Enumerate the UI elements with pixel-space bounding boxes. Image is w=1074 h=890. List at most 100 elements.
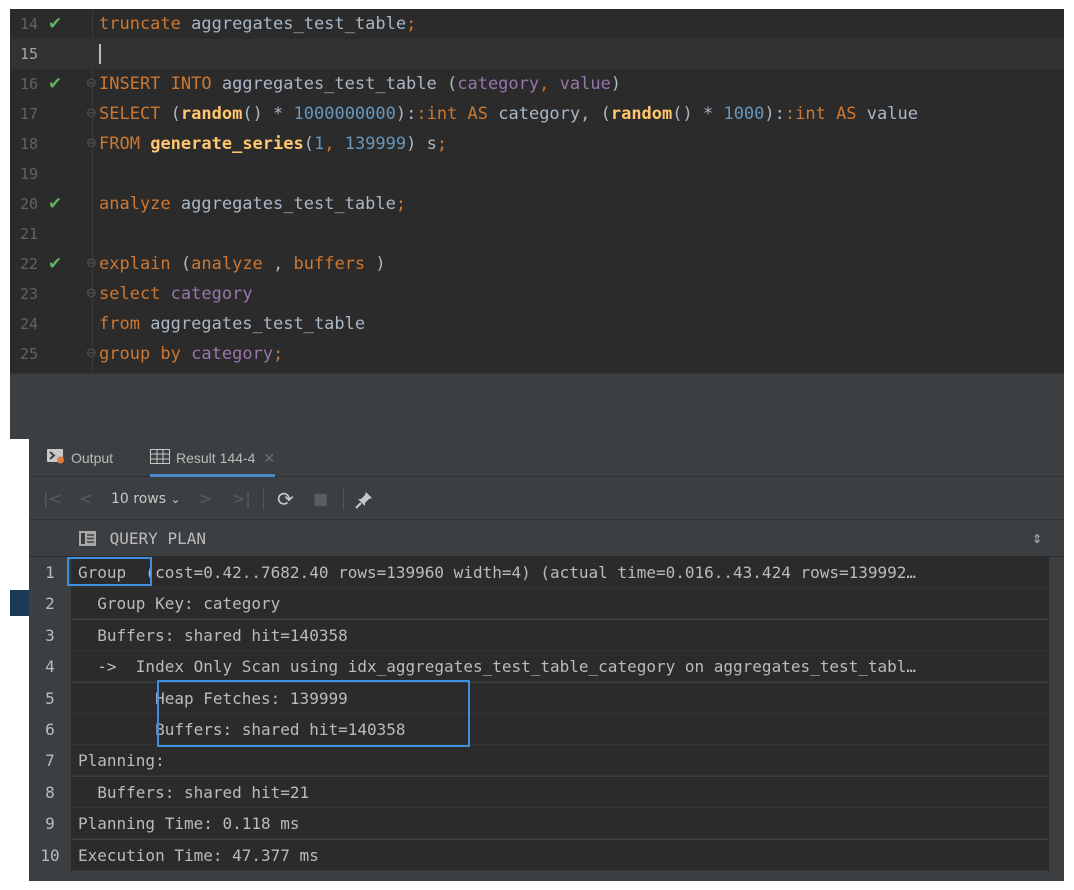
code-token: ( <box>160 104 181 124</box>
line-number: 16 <box>19 75 38 93</box>
code-token: ) s <box>406 134 437 154</box>
table-row[interactable]: 1 Group (cost=0.42..7682.40 rows=139960 w… <box>29 557 1049 588</box>
code-token: random <box>610 104 673 124</box>
column-type-icon <box>79 529 110 548</box>
code-line[interactable]: 24 from aggregates_test_table <box>10 309 1064 339</box>
query-plan-cell[interactable]: -> Index Only Scan using idx_aggregates_… <box>78 651 1038 682</box>
code-line[interactable]: 22 ✔ ⊖ explain (analyze , buffers ) <box>10 249 1064 279</box>
row-number[interactable]: 9 <box>29 808 72 840</box>
code-token: analyze <box>191 254 263 274</box>
code-line[interactable]: 23 ⊖ select category <box>10 279 1064 309</box>
first-page-icon[interactable]: |< <box>43 478 62 520</box>
code-token: category <box>457 74 540 94</box>
code-text: from aggregates_test_table <box>99 309 365 339</box>
code-token: select <box>99 284 161 304</box>
code-line[interactable]: 18 ⊖ FROM generate_series(1, 139999) s; <box>10 129 1064 159</box>
code-token: 139999 <box>344 134 407 154</box>
row-number[interactable]: 10 <box>29 839 72 871</box>
code-token: from <box>99 314 140 334</box>
code-token: category <box>191 344 274 364</box>
row-number[interactable]: 6 <box>29 714 72 745</box>
row-number[interactable]: 7 <box>29 745 72 777</box>
row-number[interactable]: 3 <box>29 619 72 651</box>
code-line[interactable]: 21 <box>10 219 1064 249</box>
code-line[interactable]: 20 ✔ analyze aggregates_test_table; <box>10 189 1064 219</box>
last-page-icon[interactable]: >| <box>232 478 251 520</box>
fold-marker-icon[interactable]: ⊖ <box>86 339 97 369</box>
table-row[interactable]: 10 Execution Time: 47.377 ms <box>29 839 1049 871</box>
query-plan-cell[interactable]: Planning Time: 0.118 ms <box>78 808 1038 839</box>
table-row[interactable]: 9 Planning Time: 0.118 ms <box>29 808 1049 840</box>
table-row[interactable]: 4 -> Index Only Scan using idx_aggregate… <box>29 651 1049 683</box>
row-number[interactable]: 4 <box>29 651 72 683</box>
table-row[interactable]: 2 Group Key: category <box>29 588 1049 620</box>
refresh-icon[interactable]: ⟳ <box>277 478 294 520</box>
next-page-icon[interactable]: > <box>199 478 212 520</box>
tab-result[interactable]: Result 144-4 ✕ <box>150 439 276 477</box>
table-row[interactable]: 3 Buffers: shared hit=140358 <box>29 619 1049 651</box>
code-token: INSERT INTO <box>99 74 212 94</box>
table-row[interactable]: 7 Planning: <box>29 745 1049 777</box>
fold-marker-icon[interactable]: ⊖ <box>86 99 97 129</box>
column-header-query-plan[interactable]: QUERY PLAN <box>79 521 206 557</box>
code-token: ( <box>170 254 192 274</box>
code-token: FROM <box>99 134 140 154</box>
query-plan-cell[interactable]: Group (cost=0.42..7682.40 rows=139960 wi… <box>78 557 1038 588</box>
line-number: 20 <box>19 195 38 213</box>
close-icon[interactable]: ✕ <box>263 450 275 466</box>
table-row[interactable]: 8 Buffers: shared hit=21 <box>29 776 1049 808</box>
rows-count-dropdown[interactable]: 10 rows ⌄ <box>111 478 181 520</box>
code-token: value <box>559 74 611 94</box>
code-token: ): <box>395 104 417 124</box>
query-plan-cell[interactable]: Buffers: shared hit=140358 <box>78 620 1038 651</box>
row-number[interactable]: 2 <box>29 588 72 620</box>
code-token: , <box>539 74 560 94</box>
results-tab-bar: Output Result 144-4 ✕ <box>29 439 1064 477</box>
fold-marker-icon[interactable]: ⊖ <box>86 279 97 309</box>
line-number: 18 <box>19 135 38 153</box>
code-line[interactable]: 19 <box>10 159 1064 189</box>
code-token: ( <box>303 134 314 154</box>
tab-output[interactable]: Output <box>47 439 113 477</box>
code-line[interactable]: 16 ✔ ⊖ INSERT INTO aggregates_test_table (c… <box>10 69 1064 99</box>
code-line[interactable]: 15 <box>10 39 1064 69</box>
code-token: aggregates_test_table <box>170 194 396 214</box>
code-text: SELECT (random() * 1000000000)::int AS c… <box>99 99 918 129</box>
code-text: select category <box>99 279 253 309</box>
line-number: 17 <box>19 105 38 123</box>
code-token: truncate <box>99 14 181 34</box>
tab-output-label: Output <box>71 450 114 466</box>
query-plan-cell[interactable]: Execution Time: 47.377 ms <box>78 840 1038 871</box>
code-token: category, ( <box>488 104 611 124</box>
code-line[interactable]: 17 ⊖ SELECT (random() * 1000000000)::int A… <box>10 99 1064 129</box>
code-token: ): <box>764 104 785 124</box>
line-number: 23 <box>19 285 38 303</box>
query-plan-cell[interactable]: Planning: <box>78 745 1038 776</box>
code-line[interactable]: 14 ✔ truncate aggregates_test_table; <box>10 9 1064 39</box>
sort-icon[interactable]: ⇕ <box>1032 521 1042 557</box>
results-panel: Output Result 144-4 ✕ |< < 10 rows ⌄ > >|… <box>29 439 1064 881</box>
query-plan-cell[interactable]: Group Key: category <box>78 588 1038 619</box>
code-token: 1 <box>313 134 325 154</box>
query-plan-cell[interactable]: Buffers: shared hit=21 <box>78 777 1038 808</box>
fold-marker-icon[interactable]: ⊖ <box>86 69 97 99</box>
code-line[interactable]: 25 ⊖ group by category; <box>10 339 1064 369</box>
pin-icon[interactable] <box>355 478 373 520</box>
fold-marker-icon[interactable]: ⊖ <box>86 249 97 279</box>
code-token: aggregates_test_table <box>139 314 366 334</box>
row-number[interactable]: 1 <box>29 557 72 588</box>
toolbar-divider <box>263 488 264 510</box>
code-token: generate_series <box>150 134 304 154</box>
row-number[interactable]: 8 <box>29 776 72 808</box>
fold-marker-icon[interactable]: ⊖ <box>86 129 97 159</box>
tab-result-label: Result 144-4 <box>176 450 256 466</box>
stop-icon[interactable]: ■ <box>313 478 328 520</box>
sql-editor[interactable]: 14 ✔ truncate aggregates_test_table; 15 16 ✔ ⊖… <box>10 9 1064 373</box>
line-number: 19 <box>19 165 38 183</box>
previous-page-icon[interactable]: < <box>79 478 92 520</box>
text-caret <box>99 44 101 64</box>
row-number[interactable]: 5 <box>29 682 72 714</box>
editor-splitter[interactable] <box>10 373 1064 439</box>
